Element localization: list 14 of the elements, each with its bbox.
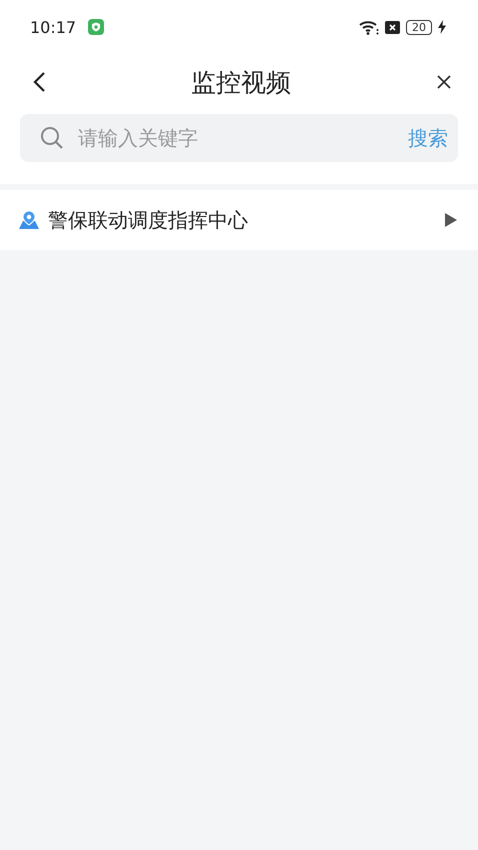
shield-app-icon [88, 19, 104, 35]
wifi-icon [359, 20, 379, 34]
map-pin-icon [18, 210, 40, 230]
tree-item[interactable]: 警保联动调度指挥中心 [0, 190, 478, 250]
charging-icon [438, 20, 446, 34]
status-time: 10:17 [30, 18, 76, 36]
battery-level: 20 [406, 20, 432, 34]
page-title: 监控视频 [191, 66, 291, 98]
search-field[interactable]: 请输入关键字 搜索 [20, 114, 458, 162]
search-icon [40, 126, 64, 150]
tree-item-label: 警保联动调度指挥中心 [48, 206, 249, 234]
no-sim-icon [385, 20, 400, 34]
close-icon [436, 74, 452, 90]
search-button[interactable]: 搜索 [408, 124, 448, 152]
